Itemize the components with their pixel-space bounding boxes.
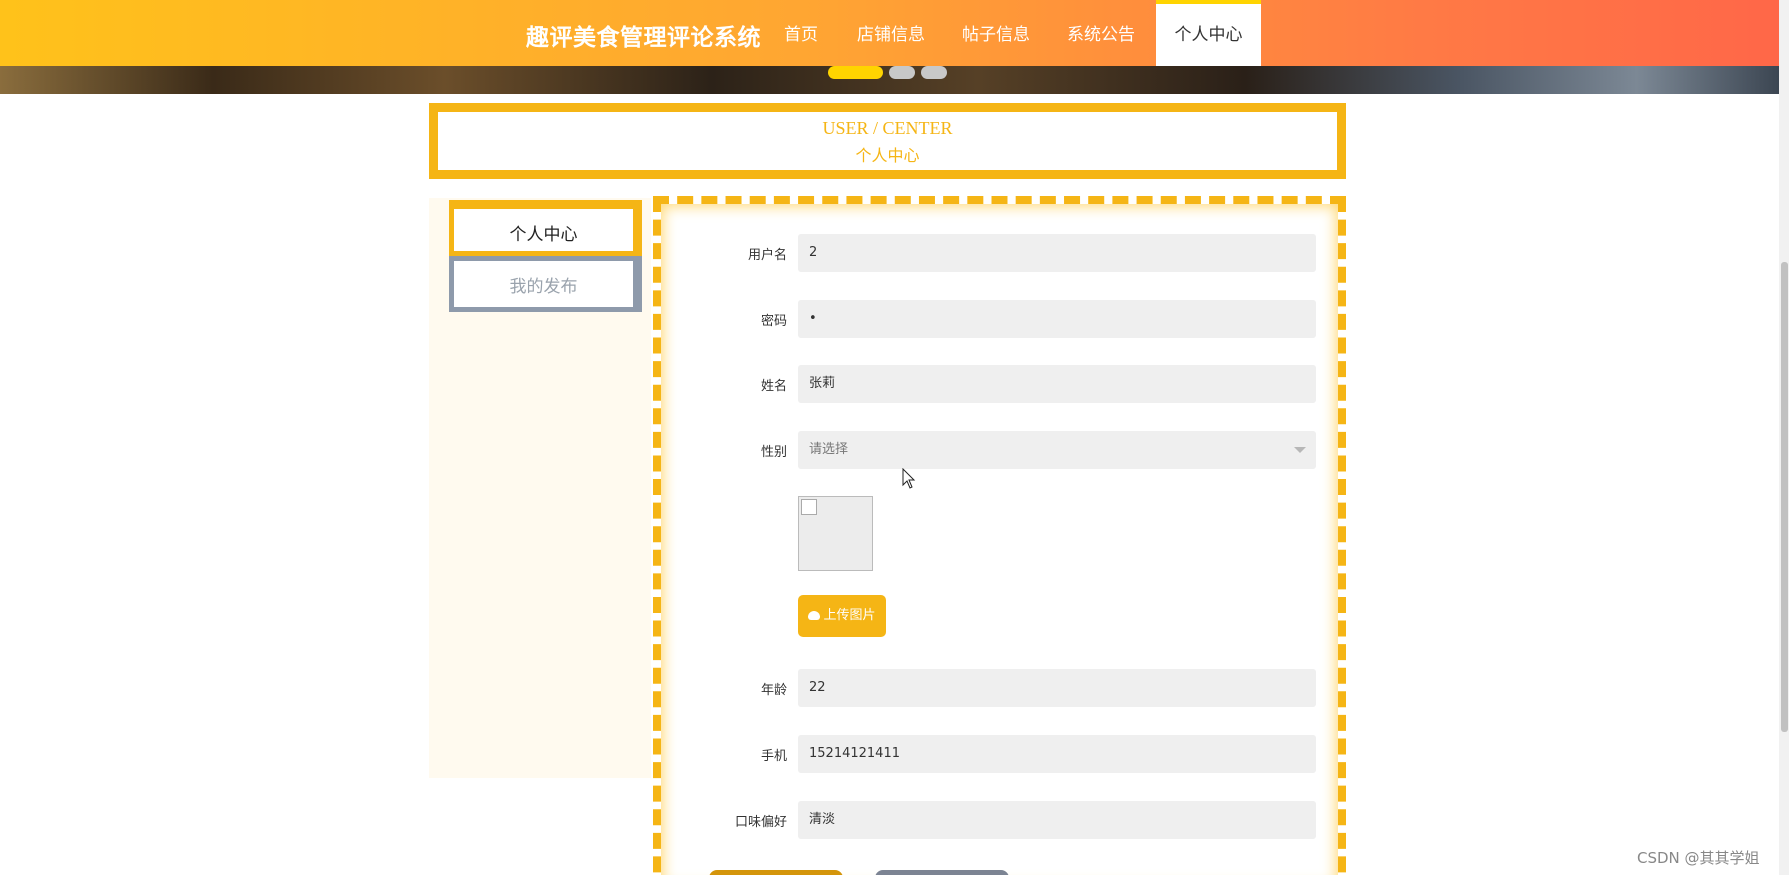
username-input[interactable]: 2: [798, 234, 1316, 272]
gender-select[interactable]: 请选择: [798, 431, 1316, 469]
carousel-dot-1[interactable]: [828, 66, 883, 79]
phone-input[interactable]: 15214121411: [798, 735, 1316, 773]
chevron-down-icon: [1294, 447, 1306, 453]
mouse-cursor-icon: [902, 468, 916, 489]
nav-item-shops[interactable]: 店铺信息: [856, 0, 926, 66]
upload-image-label: 上传图片: [823, 608, 876, 623]
password-label: 密码: [760, 314, 787, 329]
watermark-text: CSDN @其其学姐: [1637, 849, 1760, 867]
phone-label: 手机: [760, 749, 787, 764]
cloud-upload-icon: [808, 611, 821, 620]
section-title-cn: 个人中心: [855, 146, 920, 165]
form-row-phone: 手机 15214121411: [661, 735, 1338, 773]
nav-item-user-center[interactable]: 个人中心: [1156, 0, 1261, 66]
sidebar-item-user-center[interactable]: 个人中心: [449, 200, 642, 256]
upload-image-button[interactable]: 上传图片: [798, 595, 886, 637]
taste-label: 口味偏好: [734, 815, 787, 830]
section-title-box: USER / CENTER 个人中心: [429, 103, 1346, 179]
gender-select-placeholder: 请选择: [809, 442, 849, 457]
page: 趣评美食管理评论系统 首页 店铺信息 帖子信息 系统公告 个人中心 USER /…: [0, 0, 1789, 875]
taste-input[interactable]: 清淡: [798, 801, 1316, 839]
form-row-taste: 口味偏好 清淡: [661, 801, 1338, 839]
form-row-name: 姓名 张莉: [661, 365, 1338, 403]
name-input[interactable]: 张莉: [798, 365, 1316, 403]
form-row-age: 年龄 22: [661, 669, 1338, 707]
username-label: 用户名: [747, 248, 787, 263]
site-brand: 趣评美食管理评论系统: [526, 25, 761, 51]
profile-form: 用户名 2 密码 • 姓名 张莉 性别 请选择 上传图片 年龄 22 手机 15…: [653, 196, 1346, 875]
carousel-dot-3[interactable]: [921, 66, 947, 79]
avatar-image-preview: [798, 496, 873, 571]
sidebar: 个人中心 我的发布: [429, 198, 651, 778]
section-title-en: USER / CENTER: [822, 118, 953, 138]
gender-label: 性别: [760, 445, 787, 460]
broken-image-icon: [801, 499, 817, 515]
sidebar-item-my-posts[interactable]: 我的发布: [449, 256, 642, 312]
carousel-dot-2[interactable]: [889, 66, 915, 79]
top-nav-bar: 趣评美食管理评论系统 首页 店铺信息 帖子信息 系统公告 个人中心: [0, 0, 1779, 66]
age-input[interactable]: 22: [798, 669, 1316, 707]
age-label: 年龄: [760, 683, 787, 698]
nav-item-posts[interactable]: 帖子信息: [961, 0, 1031, 66]
nav-item-announcements[interactable]: 系统公告: [1066, 0, 1136, 66]
logout-button[interactable]: [875, 870, 1009, 875]
password-input[interactable]: •: [798, 300, 1316, 338]
form-row-password: 密码 •: [661, 300, 1338, 338]
update-button[interactable]: [709, 870, 843, 875]
form-row-gender: 性别 请选择: [661, 431, 1338, 469]
form-row-username: 用户名 2: [661, 234, 1338, 272]
scrollbar-thumb[interactable]: [1781, 262, 1788, 732]
name-label: 姓名: [760, 379, 787, 394]
nav-item-home[interactable]: 首页: [781, 0, 821, 66]
